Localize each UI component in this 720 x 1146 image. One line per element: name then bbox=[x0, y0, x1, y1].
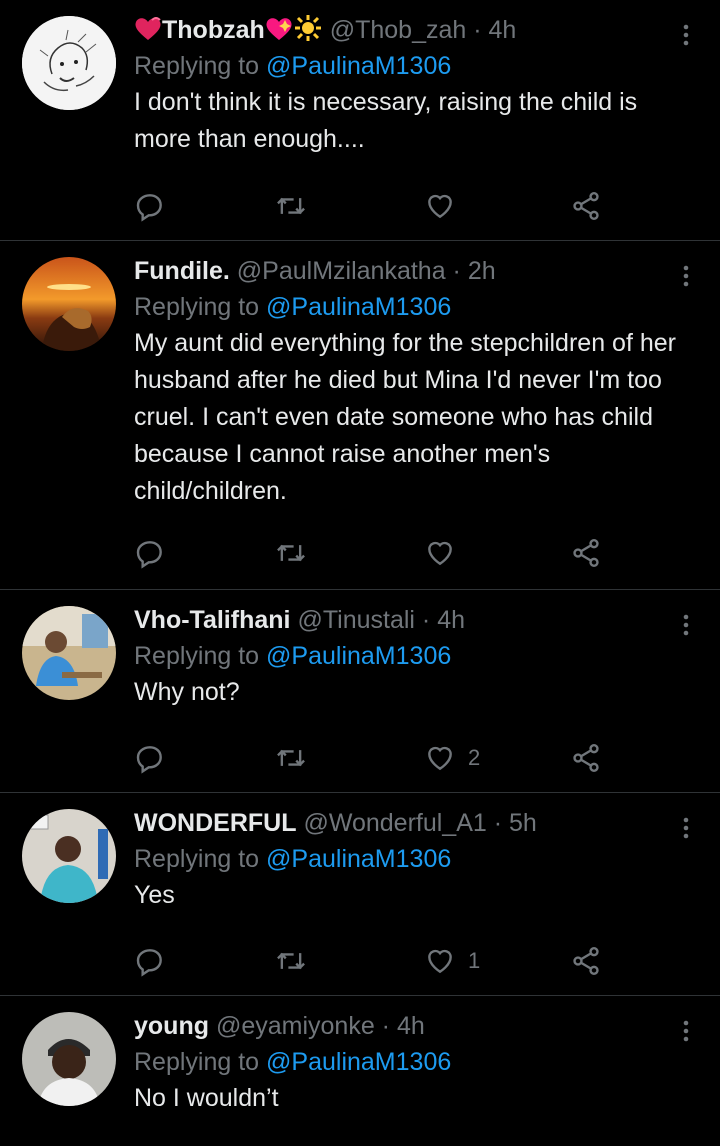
user-handle[interactable]: @PaulMzilankatha bbox=[237, 257, 446, 285]
replying-to: Replying to @PaulinaM1306 bbox=[134, 845, 452, 873]
timestamp[interactable]: 5h bbox=[509, 809, 537, 837]
display-name[interactable]: Thobzah bbox=[162, 16, 265, 44]
tweet-header: WONDERFUL @Wonderful_A1 · 5h bbox=[134, 809, 537, 837]
more-options-icon[interactable] bbox=[674, 1016, 698, 1046]
heart-icon bbox=[428, 194, 452, 219]
more-options-icon[interactable] bbox=[674, 813, 698, 843]
more-options-icon[interactable] bbox=[674, 610, 698, 640]
retweet-icon bbox=[277, 952, 305, 970]
display-name[interactable]: Fundile. bbox=[134, 257, 230, 285]
action-bar bbox=[134, 533, 604, 573]
heart-icon bbox=[428, 949, 452, 974]
like-button[interactable] bbox=[424, 186, 468, 226]
tweet-text: My aunt did everything for the stepchild… bbox=[134, 329, 676, 505]
reply-tweet-2[interactable]: Fundile. @PaulMzilankatha · 2h Replying … bbox=[0, 241, 720, 590]
avatar[interactable] bbox=[22, 809, 116, 903]
avatar[interactable] bbox=[22, 606, 116, 700]
avatar[interactable] bbox=[22, 16, 116, 110]
retweet-icon bbox=[277, 197, 305, 215]
retweet-button[interactable] bbox=[274, 186, 308, 226]
tweet-text: No I wouldn’t bbox=[134, 1084, 279, 1112]
reply-tweet-3[interactable]: Vho-Talifhani @Tinustali · 4h Replying t… bbox=[0, 590, 720, 793]
avatar[interactable] bbox=[22, 1012, 116, 1106]
timestamp[interactable]: 2h bbox=[468, 257, 496, 285]
tweet-header: Thobzah @Thob_zah · 4h bbox=[134, 14, 694, 48]
action-bar bbox=[134, 186, 604, 226]
like-button[interactable] bbox=[424, 533, 468, 573]
reply-icon bbox=[136, 746, 162, 774]
reply-button[interactable] bbox=[134, 533, 166, 573]
replying-to: Replying to @PaulinaM1306 bbox=[134, 1048, 452, 1076]
like-count: 2 bbox=[468, 745, 481, 770]
more-options-icon[interactable] bbox=[674, 20, 698, 50]
reply-icon bbox=[136, 194, 162, 222]
sparkling-heart-emoji-icon bbox=[265, 16, 293, 50]
more-options-icon[interactable] bbox=[674, 261, 698, 291]
tweet-text: Yes bbox=[134, 881, 175, 909]
tweet-text: Why not? bbox=[134, 678, 240, 706]
share-button[interactable] bbox=[570, 738, 602, 778]
heart-icon bbox=[428, 541, 452, 566]
reply-icon bbox=[136, 949, 162, 977]
user-handle[interactable]: @Wonderful_A1 bbox=[303, 809, 486, 837]
share-icon bbox=[573, 947, 599, 975]
user-handle[interactable]: @eyamiyonke bbox=[216, 1012, 375, 1040]
mention-link[interactable]: @PaulinaM1306 bbox=[266, 52, 451, 80]
tweet-header: young @eyamiyonke · 4h bbox=[134, 1012, 425, 1040]
share-icon bbox=[573, 539, 599, 567]
mention-link[interactable]: @PaulinaM1306 bbox=[266, 1048, 451, 1076]
reply-tweet-1[interactable]: Thobzah @Thob_zah · 4h Replying to @Paul… bbox=[0, 0, 720, 241]
retweet-button[interactable] bbox=[274, 738, 308, 778]
retweet-button[interactable] bbox=[274, 941, 308, 981]
share-icon bbox=[573, 744, 599, 772]
heart-icon bbox=[428, 746, 452, 771]
sun-emoji-icon bbox=[293, 14, 323, 50]
replying-to: Replying to @PaulinaM1306 bbox=[134, 642, 452, 670]
action-bar: 2 bbox=[134, 738, 604, 778]
share-button[interactable] bbox=[570, 941, 602, 981]
tweet-text: I don't think it is necessary, raising t… bbox=[134, 88, 638, 153]
reply-button[interactable] bbox=[134, 738, 166, 778]
replying-to: Replying to @PaulinaM1306 bbox=[134, 52, 452, 80]
like-button[interactable]: 1 bbox=[424, 941, 480, 981]
user-handle[interactable]: @Thob_zah bbox=[330, 16, 467, 44]
like-button[interactable]: 2 bbox=[424, 738, 480, 778]
reply-button[interactable] bbox=[134, 941, 166, 981]
mention-link[interactable]: @PaulinaM1306 bbox=[266, 845, 451, 873]
tweet-header: Vho-Talifhani @Tinustali · 4h bbox=[134, 606, 466, 634]
timestamp[interactable]: 4h bbox=[437, 606, 465, 634]
replying-to: Replying to @PaulinaM1306 bbox=[134, 293, 452, 321]
retweet-icon bbox=[277, 544, 305, 562]
action-bar: 1 bbox=[134, 941, 604, 981]
user-handle[interactable]: @Tinustali bbox=[297, 606, 415, 634]
share-icon bbox=[573, 192, 599, 220]
mention-link[interactable]: @PaulinaM1306 bbox=[266, 642, 451, 670]
display-name[interactable]: Vho-Talifhani bbox=[134, 606, 290, 634]
retweet-icon bbox=[277, 749, 305, 767]
display-name[interactable]: young bbox=[134, 1012, 209, 1040]
timestamp[interactable]: 4h bbox=[397, 1012, 425, 1040]
share-button[interactable] bbox=[570, 186, 602, 226]
display-name[interactable]: WONDERFUL bbox=[134, 809, 296, 837]
like-count: 1 bbox=[468, 948, 481, 973]
hearts-emoji-icon bbox=[134, 16, 162, 50]
mention-link[interactable]: @PaulinaM1306 bbox=[266, 293, 451, 321]
tweet-header: Fundile. @PaulMzilankatha · 2h bbox=[134, 257, 496, 285]
reply-icon bbox=[136, 541, 162, 569]
reply-tweet-5[interactable]: young @eyamiyonke · 4h Replying to @Paul… bbox=[0, 996, 720, 1146]
retweet-button[interactable] bbox=[274, 533, 308, 573]
share-button[interactable] bbox=[570, 533, 602, 573]
timestamp[interactable]: 4h bbox=[489, 16, 517, 44]
reply-tweet-4[interactable]: WONDERFUL @Wonderful_A1 · 5h Replying to… bbox=[0, 793, 720, 996]
reply-button[interactable] bbox=[134, 186, 166, 226]
avatar[interactable] bbox=[22, 257, 116, 351]
